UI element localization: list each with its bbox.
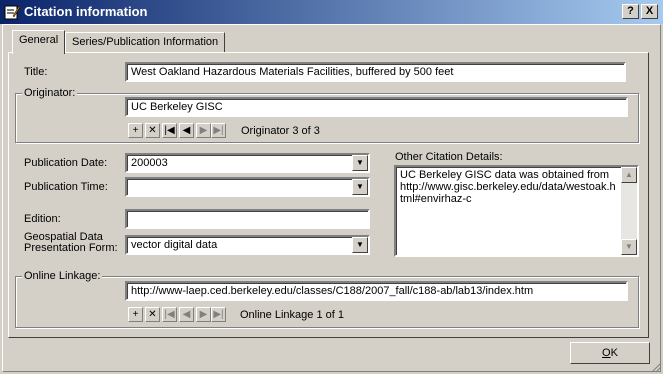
- online-next-button[interactable]: ▶: [196, 307, 211, 322]
- online-last-button[interactable]: ▶|: [211, 307, 226, 322]
- geo-form-combo[interactable]: vector digital data ▼: [125, 235, 370, 255]
- originator-last-button[interactable]: ▶|: [211, 123, 226, 138]
- title-field[interactable]: West Oakland Hazardous Materials Facilit…: [125, 62, 626, 82]
- scroll-down-icon[interactable]: ▼: [621, 239, 637, 255]
- pub-time-label: Publication Time:: [24, 181, 108, 193]
- vertical-scrollbar[interactable]: ▲ ▼: [621, 167, 637, 255]
- other-details-line: UC Berkeley GISC data was obtained from: [400, 169, 610, 181]
- ok-button[interactable]: OK: [570, 342, 650, 364]
- pub-date-value: 200003: [131, 157, 168, 169]
- other-details-line: tml#envirhaz-c: [400, 193, 472, 205]
- pub-time-combo[interactable]: ▼: [125, 177, 370, 197]
- other-details-label: Other Citation Details:: [395, 151, 503, 163]
- originator-prev-button[interactable]: ◀: [179, 123, 194, 138]
- chevron-down-icon[interactable]: ▼: [352, 179, 368, 195]
- online-linkage-field[interactable]: http://www-laep.ced.berkeley.edu/classes…: [125, 281, 628, 301]
- online-delete-button[interactable]: ✕: [145, 307, 160, 322]
- online-first-button[interactable]: |◀: [162, 307, 177, 322]
- title-label: Title:: [24, 66, 48, 78]
- chevron-down-icon[interactable]: ▼: [352, 237, 368, 253]
- online-add-button[interactable]: +: [128, 307, 143, 322]
- originator-status: Originator 3 of 3: [241, 125, 320, 137]
- online-linkage-group-title: Online Linkage:: [22, 270, 103, 282]
- originator-delete-button[interactable]: ✕: [145, 123, 160, 138]
- edition-field[interactable]: [125, 209, 370, 229]
- pub-date-label: Publication Date:: [24, 157, 108, 169]
- other-details-line: http://www.gisc.berkeley.edu/data/westoa…: [400, 181, 616, 193]
- online-prev-button[interactable]: ◀: [179, 307, 194, 322]
- edition-label: Edition:: [24, 213, 61, 225]
- ok-mnemonic: O: [602, 347, 611, 359]
- originator-field[interactable]: UC Berkeley GISC: [125, 97, 628, 117]
- geo-form-value: vector digital data: [131, 239, 218, 251]
- online-linkage-status: Online Linkage 1 of 1: [240, 309, 344, 321]
- scroll-up-icon[interactable]: ▲: [621, 167, 637, 183]
- pub-date-combo[interactable]: 200003 ▼: [125, 153, 370, 173]
- chevron-down-icon[interactable]: ▼: [352, 155, 368, 171]
- originator-group-title: Originator:: [22, 87, 78, 99]
- other-details-textarea[interactable]: UC Berkeley GISC data was obtained from …: [394, 165, 639, 257]
- originator-first-button[interactable]: |◀: [162, 123, 177, 138]
- originator-add-button[interactable]: +: [128, 123, 143, 138]
- ok-label-rest: K: [610, 347, 618, 359]
- originator-next-button[interactable]: ▶: [196, 123, 211, 138]
- geo-form-label-line2: Presentation Form:: [24, 242, 118, 254]
- resize-grip-icon[interactable]: [650, 361, 662, 373]
